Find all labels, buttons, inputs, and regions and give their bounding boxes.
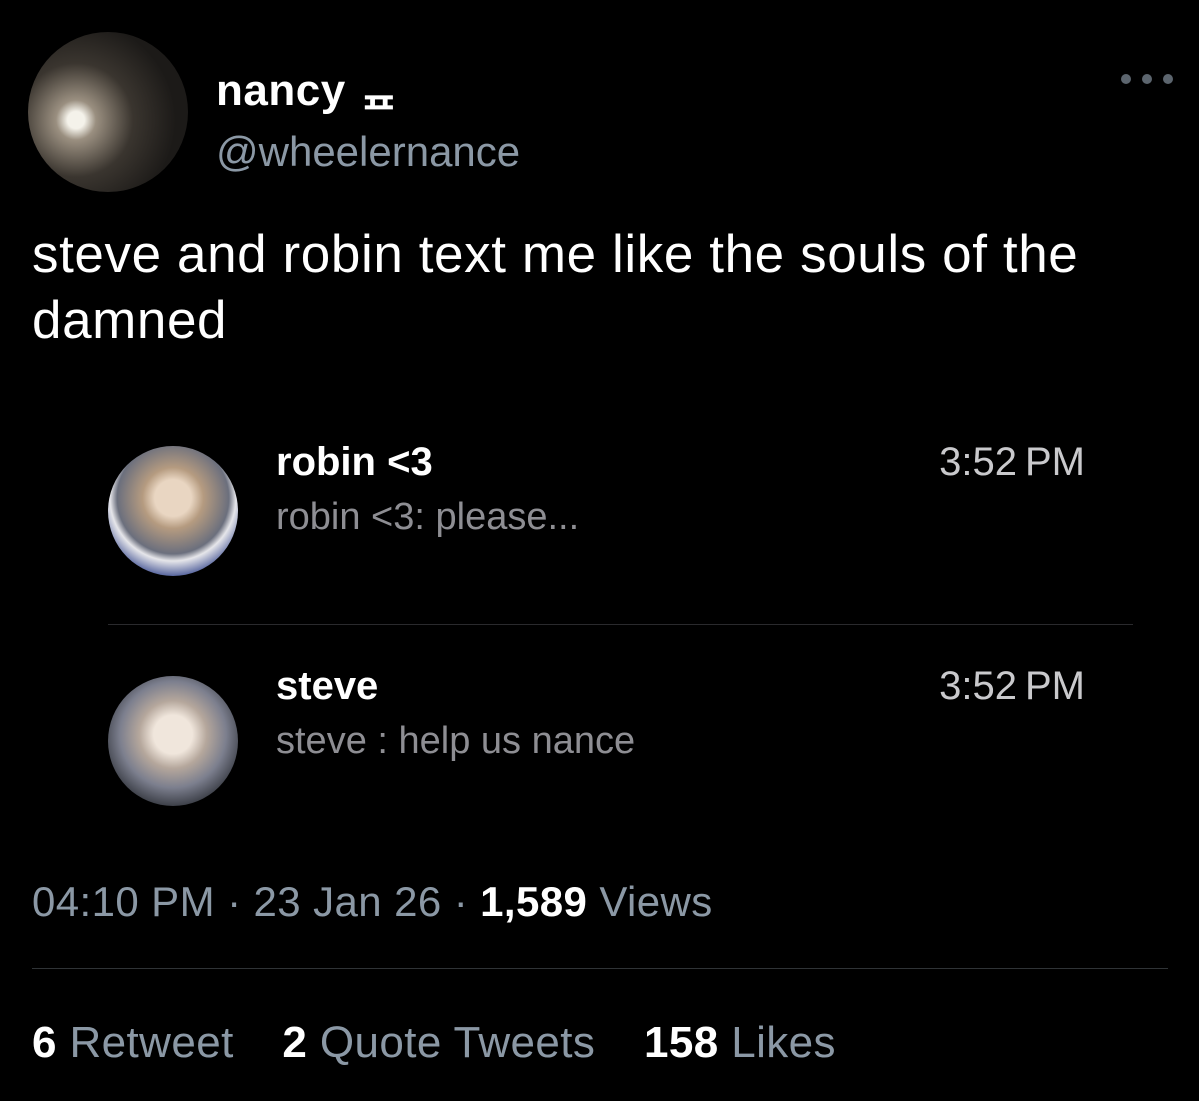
more-dot [1121,74,1131,84]
robin-avatar [108,446,238,576]
views-label: Views [599,878,713,925]
quotes-count: 2 [282,1018,308,1067]
stats-divider [32,968,1168,969]
tweet-text: steve and robin text me like the souls o… [32,225,1079,350]
conversation-time: 3:52 PM [939,664,1085,708]
author-name[interactable]: nancy ᇁ [216,54,399,118]
likes-count: 158 [643,1018,719,1067]
conversation-time: 3:52 PM [939,440,1085,484]
retweets-stat[interactable]: 6 Retweet [32,1018,234,1067]
views-count: 1,589 [480,878,588,925]
meta-separator: · [453,878,469,925]
more-dot [1142,74,1152,84]
retweets-count: 6 [32,1018,57,1067]
tweet-time: 04:10 PM [32,878,215,925]
likes-label: Likes [731,1018,836,1067]
conversation-divider [108,624,1133,625]
conversation-name: robin <3 [276,440,433,484]
conversation-preview: robin <3: please... [276,496,580,538]
tweet-stats: 6 Retweet 2 Quote Tweets 158 Likes [32,1018,872,1068]
conversation-preview: steve : help us nance [276,720,636,762]
quotes-stat[interactable]: 2 Quote Tweets [282,1018,595,1067]
author-avatar[interactable] [28,32,188,192]
author-handle[interactable]: @wheelernance [216,128,520,176]
tweet-date: 23 Jan 26 [253,878,442,925]
meta-separator: · [227,878,242,925]
conversation-robin: robin <3 robin <3: please... 3:52 PM [108,440,1133,580]
tweet-header: nancy ᇁ @wheelernance [28,32,1173,192]
more-dot [1163,74,1173,84]
likes-stat[interactable]: 158 Likes [644,1018,836,1067]
tweet-meta: 04:10 PM · 23 Jan 26 · 1,589 Views [32,878,713,926]
conversation-steve: steve steve : help us nance 3:52 PM [108,664,1133,806]
conversation-name: steve [276,664,379,708]
more-options-icon[interactable] [1121,64,1173,94]
steve-avatar [108,676,238,806]
retweets-label: Retweet [69,1018,234,1067]
quotes-label: Quote Tweets [319,1018,596,1067]
